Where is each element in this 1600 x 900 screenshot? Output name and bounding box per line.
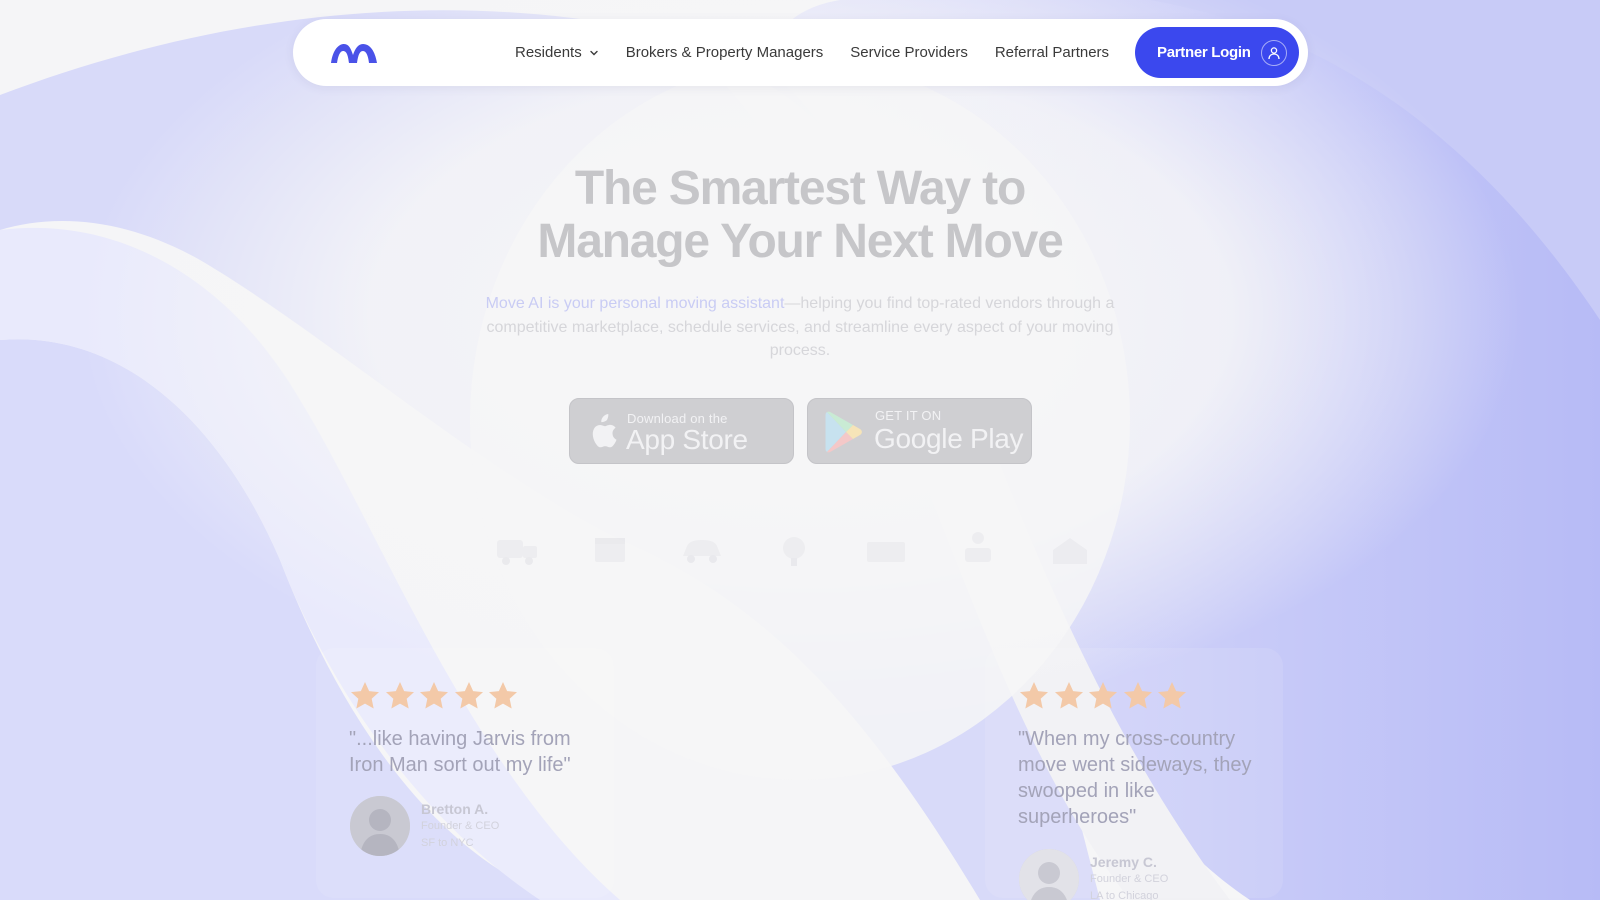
service-item[interactable] [570, 530, 650, 575]
star-icon [1158, 682, 1186, 709]
cleaning-icon [783, 537, 805, 566]
google-play-small-text: GET IT ON [875, 408, 942, 423]
testimonial-role: Founder & CEO [1090, 873, 1169, 885]
top-navbar: Residents Brokers & Property Managers Se… [293, 19, 1308, 86]
hero-subtitle-highlight: Move AI is your personal moving assistan… [485, 295, 785, 312]
services-row [478, 530, 1128, 610]
star-icon [1054, 682, 1083, 709]
google-play-icon [825, 411, 862, 453]
google-play-button[interactable]: GET IT ON Google Play [807, 398, 1032, 464]
testimonial-card: "When my cross-country move went sideway… [985, 648, 1283, 900]
hero-headline: The Smartest Way to Manage Your Next Mov… [400, 162, 1200, 268]
testimonial-route: SF to NYC [421, 837, 474, 849]
nav-residents-label: Residents [515, 44, 582, 61]
testimonial-route: LA to Chicago [1090, 890, 1159, 900]
chevron-down-icon [590, 50, 598, 55]
testimonial-quote: "When my cross-country move went sideway… [1018, 728, 1252, 828]
move-ai-logo-icon[interactable] [329, 41, 379, 65]
nav-service-providers[interactable]: Service Providers [850, 44, 968, 61]
service-item[interactable] [662, 530, 742, 575]
hero-subtitle: Move AI is your personal moving assistan… [480, 292, 1120, 363]
star-icon [1123, 682, 1152, 709]
testimonial-quote: "...like having Jarvis from Iron Man sor… [349, 728, 571, 776]
testimonial-role: Founder & CEO [421, 820, 500, 832]
testimonial-card: "...like having Jarvis from Iron Man sor… [316, 648, 614, 898]
handyman-icon [965, 532, 991, 562]
nav-residents[interactable]: Residents [515, 44, 599, 61]
star-icon [489, 682, 517, 709]
star-icon [1089, 682, 1117, 709]
star-icon [351, 682, 379, 709]
partner-login-button[interactable]: Partner Login [1135, 27, 1299, 78]
box-icon [595, 538, 625, 562]
rating-stars [1018, 680, 1191, 712]
app-store-button[interactable]: Download on the App Store [569, 398, 794, 464]
service-item[interactable] [754, 530, 834, 575]
partner-login-label: Partner Login [1157, 44, 1251, 61]
truck-icon [497, 540, 537, 565]
nav-service-providers-label: Service Providers [850, 44, 968, 61]
nav-referral-partners-label: Referral Partners [994, 44, 1110, 61]
service-item[interactable] [1030, 530, 1110, 575]
hero-headline-line1: The Smartest Way to [574, 162, 1026, 215]
star-icon [385, 682, 414, 709]
rating-stars [349, 680, 522, 712]
hero-section: The Smartest Way to Manage Your Next Mov… [0, 0, 1600, 900]
service-item[interactable] [846, 530, 926, 575]
service-item[interactable] [938, 530, 1018, 575]
star-icon [454, 682, 483, 709]
user-icon [1261, 40, 1287, 66]
home-icon [1053, 538, 1087, 564]
avatar [1019, 849, 1079, 900]
avatar [350, 796, 410, 856]
testimonial-name: Bretton A. [421, 801, 489, 817]
storage-icon [867, 542, 905, 562]
app-store-big-text: App Store [626, 424, 748, 455]
nav-brokers-label: Brokers & Property Managers [625, 44, 824, 61]
car-icon [683, 540, 721, 563]
star-icon [1020, 682, 1048, 709]
testimonial-name: Jeremy C. [1090, 854, 1157, 870]
nav-referral-partners[interactable]: Referral Partners [995, 44, 1109, 61]
nav-links: Residents Brokers & Property Managers Se… [515, 19, 1136, 86]
google-play-big-text: Google Play [874, 423, 1024, 454]
service-item[interactable] [478, 530, 558, 575]
apple-icon [592, 414, 617, 448]
star-icon [420, 682, 448, 709]
nav-brokers[interactable]: Brokers & Property Managers [626, 44, 824, 61]
hero-headline-line2: Manage Your Next Move [537, 215, 1063, 268]
